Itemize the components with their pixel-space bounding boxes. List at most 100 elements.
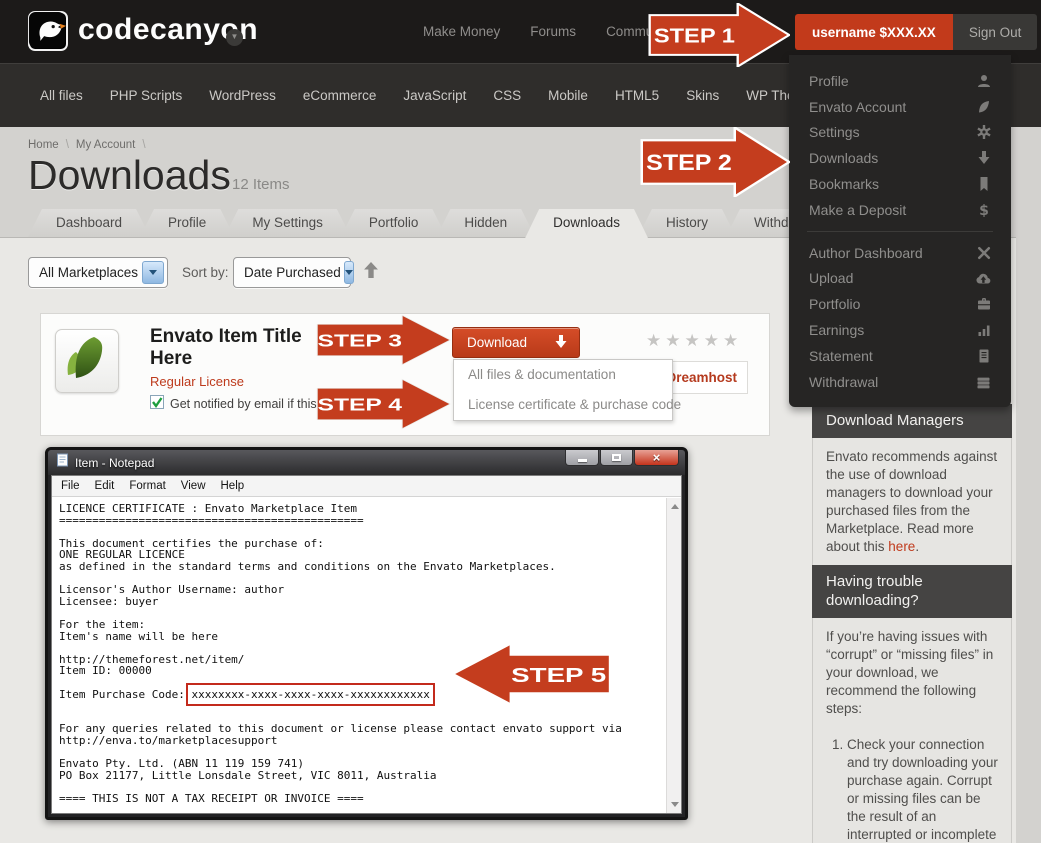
menu-item-upload[interactable]: Upload: [789, 266, 1011, 292]
download-managers-text: Envato recommends against the use of dow…: [812, 438, 1012, 570]
trouble-text: If you’re having issues with “corrupt” o…: [812, 618, 1012, 843]
step-2-arrow: STEP 2: [640, 127, 790, 197]
chart-icon: [975, 323, 991, 337]
username-balance-button[interactable]: username $XXX.XX: [795, 14, 953, 50]
tab-my-settings[interactable]: My Settings: [224, 209, 351, 237]
nav-forums[interactable]: Forums: [530, 24, 576, 39]
menu-file[interactable]: File: [61, 480, 80, 492]
menu-item-downloads[interactable]: Downloads: [789, 145, 1011, 171]
scroll-down-icon: [671, 802, 679, 807]
sort-select[interactable]: Date Purchased: [233, 257, 351, 288]
tab-portfolio[interactable]: Portfolio: [341, 209, 447, 237]
subnav-php-scripts[interactable]: PHP Scripts: [110, 88, 183, 103]
download-managers-box: Download Managers Envato recommends agai…: [812, 404, 1012, 570]
menu-item-bookmarks[interactable]: Bookmarks: [789, 171, 1011, 197]
subnav-css[interactable]: CSS: [493, 88, 521, 103]
download-options-menu: All files & documentation License certif…: [453, 359, 673, 421]
trouble-step-1: Check your connection and try downloadin…: [847, 736, 998, 843]
dreamhost-link[interactable]: Dreamhost: [666, 370, 737, 385]
header-nav: Make Money Forums Community: [423, 0, 674, 63]
envato-leaf-logo: [56, 330, 118, 392]
menu-help[interactable]: Help: [221, 480, 245, 492]
subnav-wordpress[interactable]: WordPress: [209, 88, 276, 103]
notepad-file-icon: [56, 453, 69, 472]
svg-text:$: $: [979, 203, 989, 217]
menu-item-profile[interactable]: Profile: [789, 68, 1011, 94]
subnav-mobile[interactable]: Mobile: [548, 88, 588, 103]
menu-item-withdrawal[interactable]: Withdrawal: [789, 369, 1011, 395]
menu-item-earnings[interactable]: Earnings: [789, 317, 1011, 343]
user-icon: [975, 74, 991, 88]
option-all-files[interactable]: All files & documentation: [454, 360, 672, 390]
breadcrumb-separator: \: [142, 139, 145, 151]
item-thumbnail[interactable]: [55, 329, 119, 393]
breadcrumb-my-account[interactable]: My Account: [76, 139, 135, 151]
window-title: Item - Notepad: [75, 456, 154, 470]
marketplace-select[interactable]: All Marketplaces: [28, 257, 168, 288]
notepad-titlebar[interactable]: Item - Notepad ×: [48, 450, 685, 475]
cloud-upload-icon: [975, 271, 991, 285]
menu-item-envato-account[interactable]: Envato Account: [789, 94, 1011, 120]
menu-item-statement[interactable]: Statement: [789, 343, 1011, 369]
scroll-up-icon: [671, 504, 679, 509]
notepad-menubar: File Edit Format View Help: [52, 476, 681, 497]
menu-item-settings[interactable]: Settings: [789, 120, 1011, 146]
sort-direction-button[interactable]: [364, 262, 378, 283]
svg-text:STEP 3: STEP 3: [318, 330, 402, 351]
breadcrumb-home[interactable]: Home: [28, 139, 59, 151]
chevron-down-icon: [142, 261, 164, 284]
codecanyon-downloads-page: codecanyon ▼ Make Money Forums Community…: [0, 0, 1041, 843]
download-arrow-icon: [555, 335, 567, 351]
bookmark-icon: [975, 177, 991, 191]
page-title: Downloads: [28, 152, 231, 199]
top-header: codecanyon ▼ Make Money Forums Community…: [0, 0, 1041, 63]
tab-dashboard[interactable]: Dashboard: [28, 209, 150, 237]
subnav-javascript[interactable]: JavaScript: [403, 88, 466, 103]
brand-caret-icon[interactable]: ▼: [226, 29, 243, 46]
sign-out-button[interactable]: Sign Out: [953, 14, 1038, 50]
tab-hidden[interactable]: Hidden: [436, 209, 535, 237]
svg-text:STEP 5: STEP 5: [511, 664, 606, 687]
maximize-button[interactable]: [600, 450, 633, 466]
tab-profile[interactable]: Profile: [140, 209, 234, 237]
subnav-all-files[interactable]: All files: [40, 88, 83, 103]
item-title-link[interactable]: Envato Item Title Here: [150, 326, 320, 370]
window-controls: ×: [565, 450, 679, 466]
menu-item-make-a-deposit[interactable]: Make a Deposit$: [789, 197, 1011, 223]
rating-stars[interactable]: ★★★★★: [646, 331, 742, 351]
trouble-title: Having trouble downloading?: [812, 565, 1012, 618]
cash-icon: [975, 375, 991, 389]
subnav-skins[interactable]: Skins: [686, 88, 719, 103]
close-button[interactable]: ×: [634, 450, 679, 466]
tab-history[interactable]: History: [638, 209, 736, 237]
menu-item-author-dashboard[interactable]: Author Dashboard: [789, 240, 1011, 266]
here-link[interactable]: here: [888, 539, 915, 554]
menu-edit[interactable]: Edit: [95, 480, 115, 492]
purchase-code-highlight: xxxxxxxx-xxxx-xxxx-xxxx-xxxxxxxxxxxx: [191, 688, 429, 701]
notify-label: Get notified by email if this iter: [170, 397, 337, 411]
notepad-scrollbar[interactable]: [666, 498, 681, 813]
step-4-arrow: STEP 4: [315, 378, 452, 430]
menu-format[interactable]: Format: [129, 480, 165, 492]
option-license-certificate[interactable]: License certificate & purchase code: [454, 390, 672, 420]
leaf-icon: [975, 100, 991, 114]
notepad-window: Item - Notepad × File Edit Format View H…: [45, 447, 688, 820]
document-icon: [975, 349, 991, 363]
download-button[interactable]: Download: [452, 327, 580, 358]
menu-item-portfolio[interactable]: Portfolio: [789, 291, 1011, 317]
codecanyon-bird-icon[interactable]: [28, 11, 68, 51]
subnav-ecommerce[interactable]: eCommerce: [303, 88, 377, 103]
trouble-downloading-box: Having trouble downloading? If you’re ha…: [812, 565, 1012, 843]
account-dropdown-menu: Profile Envato Account Settings Download…: [789, 55, 1011, 407]
subnav-html5[interactable]: HTML5: [615, 88, 659, 103]
menu-divider: [807, 231, 993, 232]
sort-by-label: Sort by:: [182, 265, 229, 280]
dollar-icon: $: [975, 203, 991, 217]
nav-make-money[interactable]: Make Money: [423, 24, 500, 39]
license-link[interactable]: Regular License: [150, 374, 244, 389]
minimize-button[interactable]: [565, 450, 599, 466]
gear-icon: [975, 125, 991, 139]
menu-view[interactable]: View: [181, 480, 206, 492]
tab-downloads[interactable]: Downloads: [525, 209, 648, 238]
notify-checkbox[interactable]: [150, 395, 164, 412]
